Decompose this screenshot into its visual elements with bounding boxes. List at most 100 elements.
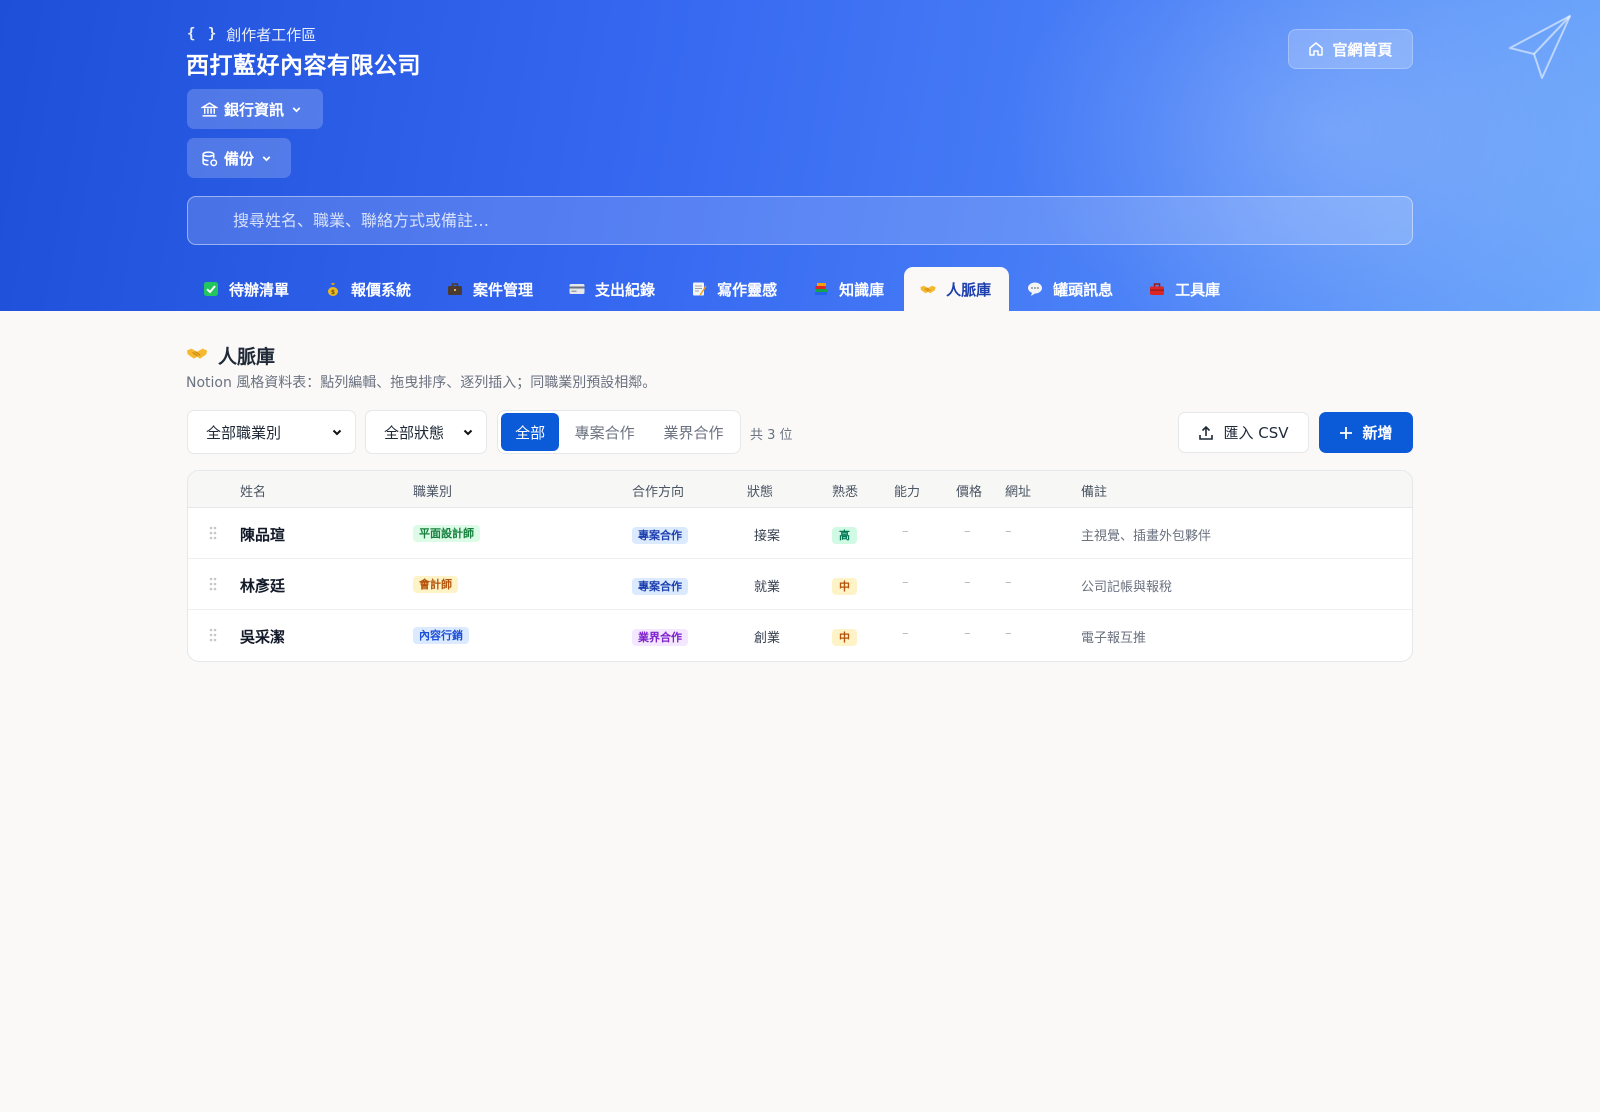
workspace-label-row: { } 創作者工作區 bbox=[187, 24, 316, 44]
check-icon bbox=[203, 281, 219, 297]
add-contact-button[interactable]: 新增 bbox=[1319, 412, 1413, 453]
company-name: 西打藍好內容有限公司 bbox=[186, 53, 421, 79]
occupation-tag: 平面設計師 bbox=[413, 525, 480, 542]
briefcase-icon bbox=[447, 281, 463, 297]
upload-icon bbox=[1199, 425, 1214, 440]
add-contact-label: 新增 bbox=[1362, 424, 1393, 442]
credit-card-icon bbox=[569, 281, 585, 297]
contact-count: 共 3 位 bbox=[750, 428, 793, 443]
section-description: Notion 風格資料表：點列編輯、拖曳排序、逐列插入；同職業別預設相鄰。 bbox=[186, 375, 657, 391]
direction-tag: 專案合作 bbox=[632, 527, 688, 544]
column-header-ability[interactable]: 能力 bbox=[894, 481, 920, 500]
tab-knowledge[interactable]: 知識庫 bbox=[797, 267, 902, 311]
speech-bubble-icon bbox=[1027, 281, 1043, 297]
search-input[interactable] bbox=[188, 197, 1412, 244]
url-value: – bbox=[1005, 524, 1012, 539]
import-csv-button[interactable]: 匯入 CSV bbox=[1178, 412, 1309, 453]
bank-info-dropdown[interactable]: 銀行資訊 bbox=[187, 89, 323, 129]
column-header-note[interactable]: 備註 bbox=[1081, 481, 1107, 500]
toolbox-icon bbox=[1149, 281, 1165, 297]
section-title-text: 人脈庫 bbox=[218, 346, 276, 368]
header-banner: { } 創作者工作區 西打藍好內容有限公司 官網首頁 銀行資訊 備份 待辦清單 … bbox=[0, 0, 1600, 311]
status-text: 創業 bbox=[754, 631, 781, 646]
status-filter-select[interactable]: 全部狀態 bbox=[365, 410, 487, 454]
segment-industry[interactable]: 業界合作 bbox=[650, 413, 737, 451]
table-header: 姓名 職業別 合作方向 狀態 熟悉 能力 價格 網址 備註 bbox=[188, 471, 1412, 508]
tab-toolbox[interactable]: 工具庫 bbox=[1133, 267, 1238, 311]
money-bag-icon: $ bbox=[325, 281, 341, 297]
ability-value: – bbox=[902, 524, 909, 539]
tab-label: 寫作靈感 bbox=[717, 280, 778, 299]
familiarity-badge: 中 bbox=[832, 629, 857, 646]
direction-tag: 專案合作 bbox=[632, 578, 688, 595]
home-button-label: 官網首頁 bbox=[1332, 40, 1393, 59]
tab-canned-messages[interactable]: 罐頭訊息 bbox=[1011, 267, 1131, 311]
ability-value: – bbox=[902, 575, 909, 590]
handshake-icon bbox=[920, 281, 936, 297]
column-header-url[interactable]: 網址 bbox=[1005, 481, 1031, 500]
chevron-down-icon bbox=[262, 155, 271, 161]
note-text: 公司記帳與報稅 bbox=[1081, 580, 1173, 595]
note-text: 主視覺、插畫外包夥伴 bbox=[1081, 529, 1212, 544]
home-icon bbox=[1309, 42, 1324, 56]
column-header-price[interactable]: 價格 bbox=[956, 481, 982, 500]
column-header-name[interactable]: 姓名 bbox=[240, 481, 266, 500]
drag-handle-icon[interactable] bbox=[208, 576, 218, 592]
search-bar[interactable] bbox=[187, 196, 1413, 245]
main-tabs: 待辦清單 $ 報價系統 案件管理 支出紀錄 寫作靈感 知識庫 人脈庫 罐頭訊息 bbox=[187, 267, 1240, 311]
bank-info-label: 銀行資訊 bbox=[224, 100, 285, 119]
plus-icon bbox=[1340, 426, 1353, 439]
note-text: 電子報互推 bbox=[1081, 631, 1147, 646]
drag-handle-icon[interactable] bbox=[208, 627, 218, 643]
backup-dropdown[interactable]: 備份 bbox=[187, 138, 291, 178]
tab-label: 工具庫 bbox=[1175, 280, 1221, 299]
drag-handle-icon[interactable] bbox=[208, 525, 218, 541]
status-filter-value: 全部狀態 bbox=[384, 423, 445, 442]
tab-label: 罐頭訊息 bbox=[1053, 280, 1114, 299]
chevron-down-icon bbox=[463, 429, 473, 436]
tab-label: 人脈庫 bbox=[946, 280, 992, 299]
occupation-filter-select[interactable]: 全部職業別 bbox=[187, 410, 356, 454]
chevron-down-icon bbox=[292, 106, 301, 112]
tab-contacts[interactable]: 人脈庫 bbox=[904, 267, 1010, 311]
status-text: 就業 bbox=[754, 580, 781, 595]
occupation-tag: 會計師 bbox=[413, 576, 458, 593]
segment-project[interactable]: 專案合作 bbox=[561, 413, 648, 451]
books-icon bbox=[813, 281, 829, 297]
url-value: – bbox=[1005, 626, 1012, 641]
tab-label: 案件管理 bbox=[473, 280, 534, 299]
tab-label: 待辦清單 bbox=[229, 280, 290, 299]
tab-label: 支出紀錄 bbox=[595, 280, 656, 299]
section-title: 人脈庫 bbox=[186, 342, 275, 369]
code-braces-icon: { } bbox=[187, 26, 219, 42]
table-row[interactable]: 吳采潔 內容行銷 業界合作 創業 中 – – – 電子報互推 bbox=[188, 610, 1412, 661]
tab-todo[interactable]: 待辦清單 bbox=[187, 267, 307, 311]
table-row[interactable]: 陳品瑄 平面設計師 專案合作 接案 高 – – – 主視覺、插畫外包夥伴 bbox=[188, 508, 1412, 559]
column-header-status[interactable]: 狀態 bbox=[747, 481, 773, 500]
contact-name: 陳品瑄 bbox=[240, 526, 286, 544]
handshake-icon bbox=[186, 343, 208, 368]
tab-expenses[interactable]: 支出紀錄 bbox=[553, 267, 673, 311]
paper-plane-icon bbox=[1509, 15, 1571, 79]
price-value: – bbox=[964, 626, 971, 641]
tab-label: 知識庫 bbox=[839, 280, 885, 299]
occupation-filter-value: 全部職業別 bbox=[206, 423, 282, 442]
column-header-direction[interactable]: 合作方向 bbox=[632, 481, 684, 500]
tab-cases[interactable]: 案件管理 bbox=[431, 267, 551, 311]
column-header-occupation[interactable]: 職業別 bbox=[413, 481, 452, 500]
tab-writing-ideas[interactable]: 寫作靈感 bbox=[675, 267, 795, 311]
table-row[interactable]: 林彥廷 會計師 專案合作 就業 中 – – – 公司記帳與報稅 bbox=[188, 559, 1412, 610]
chevron-down-icon bbox=[332, 429, 342, 436]
familiarity-badge: 中 bbox=[832, 578, 857, 595]
import-csv-label: 匯入 CSV bbox=[1223, 424, 1289, 442]
familiarity-badge: 高 bbox=[832, 527, 857, 544]
svg-text:$: $ bbox=[331, 289, 335, 296]
home-button[interactable]: 官網首頁 bbox=[1288, 29, 1413, 69]
contact-name: 林彥廷 bbox=[240, 577, 286, 595]
database-icon bbox=[202, 150, 218, 166]
tab-quote[interactable]: $ 報價系統 bbox=[309, 267, 429, 311]
column-header-familiarity[interactable]: 熟悉 bbox=[832, 481, 858, 500]
price-value: – bbox=[964, 575, 971, 590]
contact-name: 吳采潔 bbox=[240, 628, 286, 646]
segment-all[interactable]: 全部 bbox=[501, 413, 560, 451]
